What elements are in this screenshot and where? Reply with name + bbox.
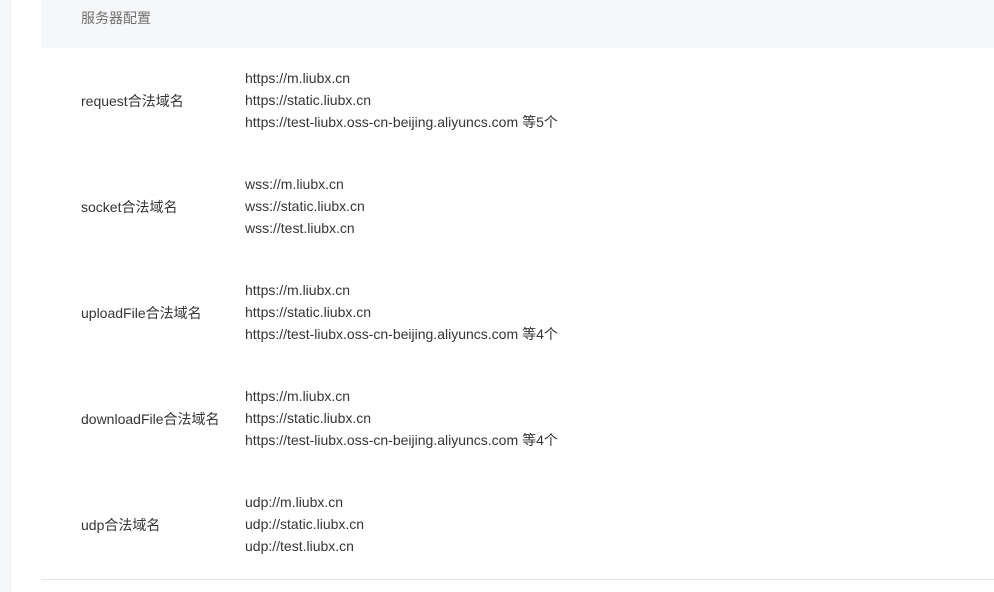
domain-value-last: https://test-liubx.oss-cn-beijing.aliyun… — [245, 429, 558, 451]
domain-value-last: udp://test.liubx.cn — [245, 535, 364, 557]
domain-value: udp://test.liubx.cn — [245, 538, 354, 554]
domain-values: https://m.liubx.cn https://static.liubx.… — [245, 279, 558, 345]
domain-value: https://m.liubx.cn — [245, 388, 351, 404]
domain-value: wss://test.liubx.cn — [245, 220, 355, 236]
domain-value: https://static.liubx.cn — [245, 92, 372, 108]
domain-value-last: https://test-liubx.oss-cn-beijing.aliyun… — [245, 323, 558, 345]
domain-values: https://m.liubx.cn https://static.liubx.… — [245, 67, 558, 133]
row-label: socket合法域名 — [81, 199, 178, 215]
domain-value: https://m.liubx.cn — [245, 70, 351, 86]
domain-values: https://m.liubx.cn https://static.liubx.… — [245, 385, 558, 451]
row-label: uploadFile合法域名 — [81, 305, 202, 321]
domain-value: wss://static.liubx.cn — [245, 198, 365, 214]
domain-row-udp: udp合法域名 udp://m.liubx.cn udp://static.li… — [41, 472, 994, 578]
domain-value: https://static.liubx.cn — [245, 410, 372, 426]
domain-value: https://test-liubx.oss-cn-beijing.aliyun… — [245, 326, 519, 342]
more-count: 等4个 — [522, 432, 558, 448]
more-count: 等4个 — [522, 326, 558, 342]
domain-value: https://m.liubx.cn — [245, 282, 351, 298]
domain-value: https://static.liubx.cn — [245, 304, 372, 320]
domain-value: wss://m.liubx.cn — [245, 176, 344, 192]
domain-value: udp://static.liubx.cn — [245, 516, 365, 532]
row-label: udp合法域名 — [81, 517, 161, 533]
domain-value-last: wss://test.liubx.cn — [245, 217, 365, 239]
panel-header: 服务器配置 — [41, 0, 994, 48]
domain-value: https://test-liubx.oss-cn-beijing.aliyun… — [245, 114, 519, 130]
more-count: 等5个 — [522, 114, 558, 130]
row-label: downloadFile合法域名 — [81, 411, 220, 427]
domain-value: https://test-liubx.oss-cn-beijing.aliyun… — [245, 432, 519, 448]
domain-row-uploadfile: uploadFile合法域名 https://m.liubx.cn https:… — [41, 260, 994, 366]
domain-value: udp://m.liubx.cn — [245, 494, 344, 510]
domain-values: udp://m.liubx.cn udp://static.liubx.cn u… — [245, 491, 364, 557]
domain-row-request: request合法域名 https://m.liubx.cn https://s… — [41, 48, 994, 154]
domain-values: wss://m.liubx.cn wss://static.liubx.cn w… — [245, 173, 365, 239]
server-config-panel: 服务器配置 request合法域名 https://m.liubx.cn htt… — [41, 0, 994, 580]
domain-row-downloadfile: downloadFile合法域名 https://m.liubx.cn http… — [41, 366, 994, 472]
left-nav-strip — [0, 0, 11, 592]
domain-row-socket: socket合法域名 wss://m.liubx.cn wss://static… — [41, 154, 994, 260]
section-title: 服务器配置 — [81, 10, 151, 26]
domain-value-last: https://test-liubx.oss-cn-beijing.aliyun… — [245, 111, 558, 133]
row-label: request合法域名 — [81, 93, 184, 109]
